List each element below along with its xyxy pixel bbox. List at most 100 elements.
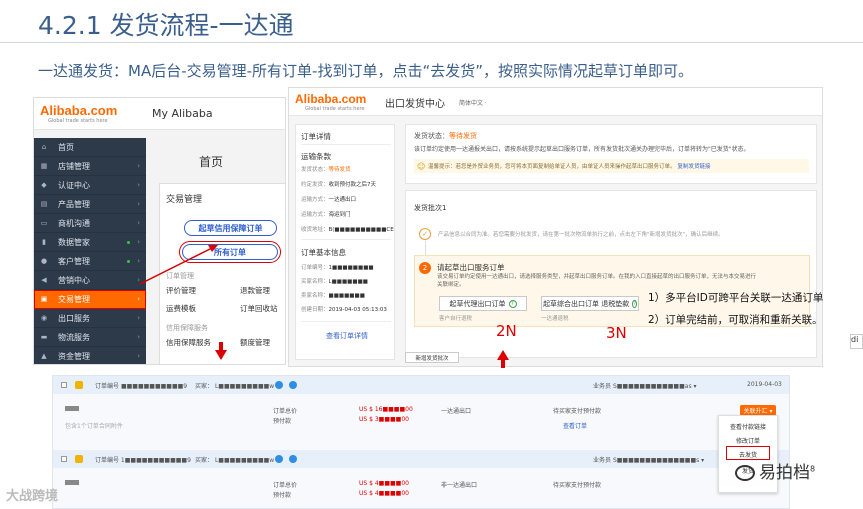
draft-combined-export-button[interactable]: 起草综合出口订单 退税垫款? xyxy=(541,296,639,311)
status-dot xyxy=(127,259,130,263)
sidebar-item-products[interactable]: ▤ 产品管理 › xyxy=(34,195,146,214)
chevron-right-icon: › xyxy=(137,181,140,189)
sidebar-item-trade[interactable]: ▣ 交易管理 › xyxy=(34,290,146,309)
wechat-icon xyxy=(735,465,755,481)
sidebar-item-label: 产品管理 xyxy=(58,199,90,209)
sidebar-item-label: 数据管家 xyxy=(58,237,90,247)
grid-icon: ▤ xyxy=(40,200,48,208)
sidebar-item-label: 出口服务 xyxy=(58,313,90,323)
detail-row: 卖家名称：■■■■■■■ xyxy=(301,293,365,299)
draft-agent-export-button[interactable]: 起草代理出口订单? xyxy=(439,296,527,311)
home-icon: ⌂ xyxy=(41,143,47,151)
sidebar-item-label: 物流服务 xyxy=(58,332,90,342)
link-refund[interactable]: 退款管理 xyxy=(240,285,270,296)
link-quota[interactable]: 额度管理 xyxy=(240,337,270,348)
export-center-header: Alibaba.com Global trade starts here 出口发… xyxy=(289,88,822,116)
arrow-up-icon xyxy=(497,350,509,360)
sidebar-item-label: 认证中心 xyxy=(58,180,90,190)
chat-icon: ▭ xyxy=(40,219,48,227)
sidebar-menu: ⌂ 首页 ▦ 店铺管理 › ◆ 认证中心 › ▤ 产品管理 › ▭ 商机沟通 › ▮ 数据管家 › ●… xyxy=(34,138,146,364)
bank-icon: ▲ xyxy=(41,352,47,360)
menu-item-edit-order[interactable]: 修改订单 xyxy=(719,436,777,445)
home-page-title: 首页 xyxy=(199,155,224,169)
alibaba-logo[interactable]: Alibaba.com xyxy=(40,103,117,118)
divider xyxy=(301,239,391,240)
globe-icon: ◉ xyxy=(40,314,48,322)
link-order-recycle[interactable]: 订单回收站 xyxy=(240,303,278,314)
check-icon: ✓ xyxy=(419,228,431,240)
product-thumb xyxy=(65,406,79,411)
detail-row: 订单编号：1■■■■■■■■ xyxy=(301,265,374,271)
sidebar-item-certification[interactable]: ◆ 认证中心 › xyxy=(34,176,146,195)
add-batch-button[interactable]: 新增发货批次 xyxy=(405,352,459,363)
smile-icon: ☺ xyxy=(417,161,426,171)
sidebar-item-data[interactable]: ▮ 数据管家 › xyxy=(34,233,146,252)
chevron-right-icon: › xyxy=(137,162,140,170)
globe-icon xyxy=(275,455,283,463)
sidebar-item-marketing[interactable]: ◀ 营销中心 › xyxy=(34,271,146,290)
myalibaba-header: Alibaba.com Global trade starts here My … xyxy=(34,98,285,130)
ship-type: 一达通出口 xyxy=(441,408,472,415)
sidebar-item-home[interactable]: ⌂ 首页 xyxy=(34,138,146,157)
popup-title: 交易管理 xyxy=(166,195,203,205)
myalibaba-title: My Alibaba xyxy=(152,107,213,120)
salesman[interactable]: 业务员 S■■■■■■■■■■■■■■s ▾ xyxy=(593,455,704,464)
row-checkbox[interactable] xyxy=(61,456,67,462)
order-number: 订单编号 1■■■■■■■■■■■9 xyxy=(95,457,191,464)
annotation-note-1: 1）多平台ID可跨平台关联一达通订单 xyxy=(648,292,824,304)
divider xyxy=(301,144,391,145)
sidebar-item-customers[interactable]: ● 客户管理 › xyxy=(34,252,146,271)
slide-title: 4.2.1 发货流程-一达通 xyxy=(38,11,294,40)
step-number-badge: 2 xyxy=(419,262,431,274)
step2-title: 请起草出口服务订单 xyxy=(437,263,505,272)
truck-icon: ▬ xyxy=(40,333,48,341)
shipping-status: 发货状态：等待发货 xyxy=(414,132,477,140)
sidebar-item-logistics[interactable]: ▬ 物流服务 › xyxy=(34,328,146,347)
sidebar-item-store[interactable]: ▦ 店铺管理 › xyxy=(34,157,146,176)
detail-row: 收货地址：B(■■■■■■■■■■CE xyxy=(301,227,394,233)
doc-icon: ▣ xyxy=(40,295,48,303)
chevron-right-icon: › xyxy=(137,219,140,227)
order-prepay: US $ 3■■■■00 xyxy=(359,416,409,423)
menu-item-payment-link[interactable]: 查看付款链接 xyxy=(719,422,777,431)
chevron-right-icon: › xyxy=(137,314,140,322)
label-2n: 2N xyxy=(496,322,517,340)
view-order-detail-link[interactable]: 查看订单详情 xyxy=(326,331,368,341)
order-date: 2019-04-03 xyxy=(747,381,782,388)
buyer: 买家： L■■■■■■■■■w xyxy=(195,457,275,464)
salesman[interactable]: 业务员 S■■■■■■■■■■■■as ▾ xyxy=(593,381,697,390)
sidebar-item-label: 资金管理 xyxy=(58,351,90,361)
order-row-header: 订单编号 1■■■■■■■■■■■9 买家： L■■■■■■■■■w 业务员 S… xyxy=(53,450,789,468)
order-status: 待买家支付预付款 xyxy=(553,408,602,415)
row-checkbox[interactable] xyxy=(61,382,67,388)
order-number: 订单编号 ■■■■■■■■■■■9 xyxy=(95,383,188,390)
pointer-arrow xyxy=(139,245,218,285)
ship-type: 非一达通出口 xyxy=(441,482,478,489)
view-order-link[interactable]: 查看订单 xyxy=(563,421,587,430)
total-label: 订单总价 xyxy=(273,482,298,489)
sidebar-item-communication[interactable]: ▭ 商机沟通 › xyxy=(34,214,146,233)
label-3n: 3N xyxy=(606,324,627,342)
sidebar-item-label: 店铺管理 xyxy=(58,161,90,171)
link-credit-service[interactable]: 信用保障服务 xyxy=(166,337,211,348)
attachment-hint: 包含1个订单合同附件 xyxy=(65,423,123,430)
link-freight-template[interactable]: 运费模板 xyxy=(166,303,196,314)
export-center-title: 出口发货中心 xyxy=(385,99,445,110)
alibaba-tagline: Global trade starts here xyxy=(48,118,108,124)
language-selector[interactable]: 简体中文 · xyxy=(459,98,487,107)
alibaba-logo[interactable]: Alibaba.com xyxy=(295,92,366,106)
sidebar-item-export[interactable]: ◉ 出口服务 › xyxy=(34,309,146,328)
combined-sub-label: 一达通退税 xyxy=(541,316,569,322)
user-icon: ● xyxy=(40,257,48,265)
sidebar-item-label: 首页 xyxy=(58,142,74,152)
step2-description: 该交易订单约定使用一达通出口，请选择服务类型，并起草出口服务订单。在我的入口直接… xyxy=(437,274,757,288)
info-icon xyxy=(289,455,297,463)
intro-text: 一达通发货：MA后台-交易管理-所有订单-找到订单，点击“去发货”，按照实际情况… xyxy=(38,62,693,80)
chart-icon: ▮ xyxy=(42,238,46,246)
shield-icon: ◆ xyxy=(41,181,47,189)
copy-shipping-link[interactable]: 复制发货链接 xyxy=(678,162,711,170)
sidebar-item-funds[interactable]: ▲ 资金管理 › xyxy=(34,347,146,364)
help-icon: ? xyxy=(508,299,517,308)
alibaba-tagline: Global trade starts here xyxy=(305,106,365,112)
detail-row: 运输方式：海运到门 xyxy=(301,212,351,218)
